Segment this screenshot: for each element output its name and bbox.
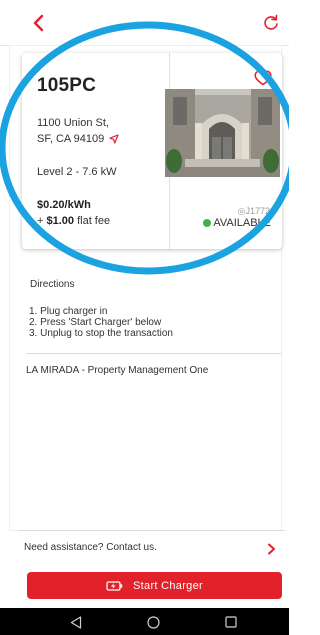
start-charger-button[interactable]: Start Charger (27, 572, 282, 599)
directions-steps: 1. Plug charger in 2. Press 'Start Charg… (29, 306, 173, 339)
start-charger-label: Start Charger (133, 579, 203, 592)
charger-level: Level 2 - 7.6 kW (37, 166, 117, 178)
system-nav-bar (0, 608, 289, 635)
nav-back-icon[interactable] (70, 616, 82, 629)
divider (26, 353, 281, 354)
battery-charge-icon (106, 580, 123, 591)
flat-fee: + $1.00 flat fee (37, 215, 110, 227)
property-name: LA MIRADA - Property Management One (26, 365, 209, 376)
fee-suffix: flat fee (74, 215, 111, 227)
address-line-1: 1100 Union St, (37, 117, 109, 129)
step-1: 1. Plug charger in (29, 306, 108, 317)
connector-label: J1772 (245, 206, 270, 216)
station-address[interactable]: 1100 Union St, SF, CA 94109 (37, 115, 119, 147)
step-2: 2. Press 'Start Charger' below (29, 317, 162, 328)
fee-amount: $1.00 (46, 215, 75, 227)
status-badge: AVAILABLE (203, 217, 271, 229)
heart-icon[interactable] (254, 70, 272, 86)
status-label: AVAILABLE (213, 217, 271, 229)
location-arrow-icon[interactable] (109, 134, 119, 144)
station-id: 105PC (37, 75, 97, 96)
nav-recents-icon[interactable] (225, 616, 237, 628)
assistance-link[interactable]: Need assistance? Contact us. (24, 542, 157, 553)
nav-home-icon[interactable] (147, 616, 160, 629)
station-photo (165, 89, 280, 177)
directions-title: Directions (30, 279, 75, 290)
divider (18, 530, 285, 531)
chevron-right-icon[interactable] (267, 543, 276, 555)
refresh-icon[interactable] (261, 13, 281, 33)
energy-price: $0.20/kWh (37, 199, 91, 211)
chevron-left-icon[interactable] (28, 12, 50, 34)
available-dot-icon (203, 219, 212, 227)
station-card[interactable]: 105PC 1100 Union St, SF, CA 94109 Level … (22, 53, 282, 249)
top-bar (0, 0, 289, 46)
step-3: 3. Unplug to stop the transaction (29, 328, 173, 339)
address-line-2: SF, CA 94109 (37, 133, 105, 145)
connector-type: ◎J1772 (238, 206, 270, 217)
